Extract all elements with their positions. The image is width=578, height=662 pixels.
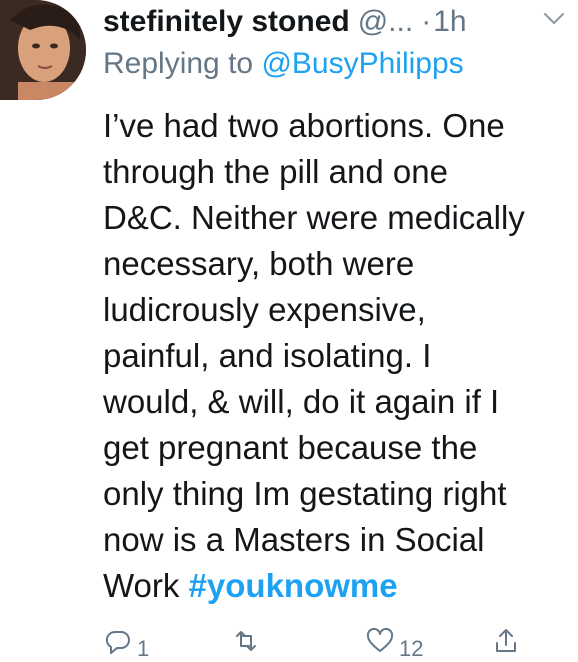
tweet-text-line: only thing Im gestating right — [103, 475, 507, 512]
tweet-text-line: get pregnant because the — [103, 429, 478, 466]
tweet-header: stefinitely stoned @... · 1h — [103, 0, 467, 44]
avatar-photo — [0, 0, 86, 100]
reply-button[interactable]: 1 — [103, 626, 149, 662]
tweet-actions: 1 12 — [103, 622, 543, 661]
replying-to: Replying to @BusyPhilipps — [103, 47, 464, 81]
replying-prefix: Replying to — [103, 47, 254, 80]
separator-dot: · — [421, 5, 432, 38]
tweet-text-last-line: Work #youknowme — [103, 563, 573, 609]
share-button[interactable] — [491, 626, 521, 656]
tweet[interactable]: stefinitely stoned @... · 1h Replying to… — [0, 0, 578, 661]
heart-icon — [366, 627, 394, 652]
chevron-down-icon — [544, 13, 564, 24]
timestamp[interactable]: 1h — [433, 5, 466, 39]
tweet-text: I’ve had two abortions. One through the … — [103, 103, 573, 609]
user-handle[interactable]: @... — [358, 5, 413, 39]
tweet-text-line: painful, and isolating. I — [103, 337, 432, 374]
display-name[interactable]: stefinitely stoned — [103, 5, 350, 39]
tweet-menu-button[interactable] — [542, 10, 566, 28]
reply-count: 1 — [137, 636, 150, 661]
tweet-text-line: through the pill and one — [103, 153, 448, 190]
avatar[interactable] — [0, 0, 86, 100]
tweet-text-line: I’ve had two abortions. One — [103, 107, 505, 144]
tweet-text-line: D&C. Neither were medically — [103, 199, 525, 236]
tweet-text-line: necessary, both were — [103, 245, 415, 282]
share-icon — [496, 629, 516, 652]
tweet-text-line: Work — [103, 567, 189, 604]
retweet-icon — [236, 631, 256, 651]
hashtag-link[interactable]: #youknowme — [189, 567, 398, 604]
replying-handle-link[interactable]: @BusyPhilipps — [261, 47, 463, 80]
tweet-text-line: ludicrously expensive, — [103, 291, 426, 328]
tweet-text-line: would, & will, do it again if I — [103, 383, 500, 420]
like-count: 12 — [399, 636, 424, 661]
retweet-button[interactable] — [231, 626, 265, 656]
tweet-text-line: now is a Masters in Social — [103, 521, 485, 558]
like-button[interactable]: 12 — [365, 626, 423, 662]
reply-icon — [105, 630, 130, 654]
